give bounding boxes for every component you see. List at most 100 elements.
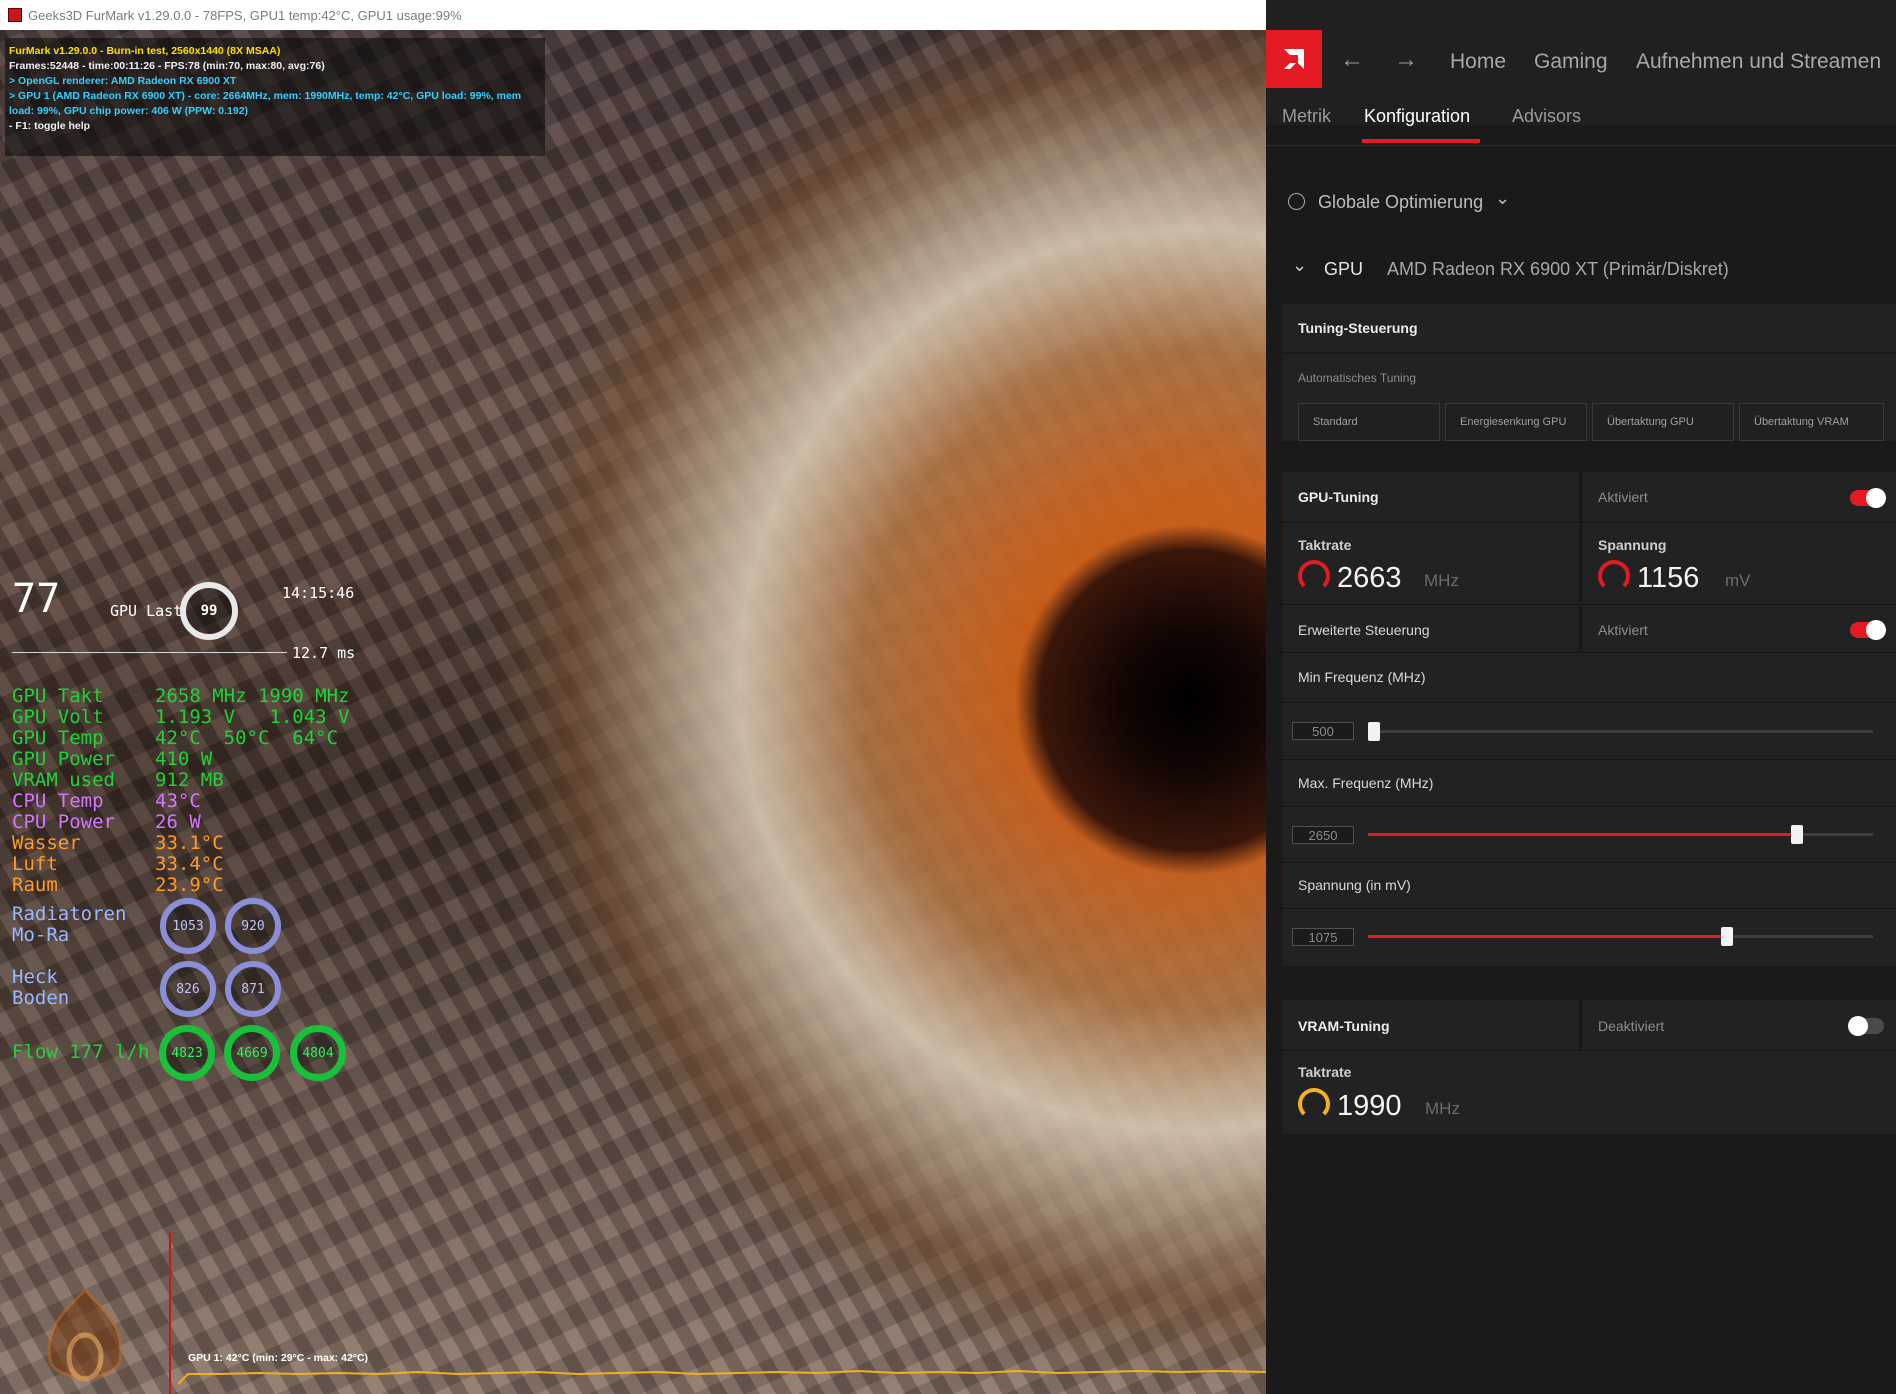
furmark-window: Geeks3D FurMark v1.29.0.0 - 78FPS, GPU1 …: [0, 0, 1266, 1394]
vram-tuning-card: VRAM-Tuning Deaktiviert Taktrate 1990 MH…: [1282, 1000, 1896, 1134]
max-frequency-label: Max. Frequenz (MHz): [1298, 775, 1434, 791]
gpu-clock-gauge-icon: [1298, 560, 1330, 592]
row-divider: [1282, 604, 1896, 605]
flow-gauge-2: 4669: [224, 1025, 280, 1081]
amd-logo[interactable]: [1266, 30, 1322, 88]
furmark-logo-icon: [47, 1287, 123, 1382]
overlay-stat-value: 42°C 50°C 64°C: [155, 727, 339, 749]
furmark-info-panel: FurMark v1.29.0.0 - Burn-in test, 2560x1…: [5, 38, 545, 156]
gpu-tuning-divider: [1579, 472, 1582, 602]
flow-gauge-1: 4823: [159, 1025, 215, 1081]
row-divider: [1282, 652, 1896, 653]
vram-clock-unit: MHz: [1425, 1099, 1460, 1118]
voltage-slider-fill: [1368, 935, 1727, 938]
overlay-gpu-last-value: 99: [200, 603, 218, 619]
info-line-frames: Frames:52448 - time:00:11:26 - FPS:78 (m…: [9, 60, 325, 72]
preset-standard-button[interactable]: Standard: [1298, 403, 1440, 441]
overlay-stat-row: CPU Power 26 W: [12, 812, 349, 833]
preset-undervolt-gpu-button[interactable]: Energiesenkung GPU: [1445, 403, 1587, 441]
gpu-tuning-card: GPU-Tuning Aktiviert Taktrate 2663 MHz S…: [1282, 472, 1896, 966]
tuning-control-header: Tuning-Steuerung: [1282, 304, 1896, 352]
overlay-stat-key: Wasser: [12, 832, 81, 854]
overlay-stat-row: Wasser 33.1°C: [12, 833, 349, 854]
global-optimization-dropdown[interactable]: Globale Optimierung: [1318, 192, 1483, 213]
tab-konfiguration[interactable]: Konfiguration: [1364, 106, 1470, 127]
furmark-app-icon: [8, 8, 22, 22]
heck-gauge-1: 826: [160, 961, 216, 1017]
overlay-stat-value: 1.193 V 1.043 V: [155, 706, 350, 728]
vram-clock-value: 1990: [1337, 1090, 1402, 1122]
overlay-stats-list: GPU Takt 2658 MHz 1990 MHz GPU Volt 1.193 V…: [12, 686, 349, 896]
vram-tuning-state: Deaktiviert: [1598, 1018, 1665, 1034]
min-frequency-input[interactable]: 500: [1292, 722, 1354, 740]
amd-header: ← → Home Gaming Aufnehmen und Streamen M…: [1266, 0, 1896, 127]
gpu-collapse-chevron-icon[interactable]: ⌄: [1292, 255, 1307, 276]
info-line-help: - F1: toggle help: [9, 120, 91, 132]
furmark-window-title: Geeks3D FurMark v1.29.0.0 - 78FPS, GPU1 …: [28, 7, 462, 23]
gpu-voltage-value: 1156: [1637, 562, 1700, 594]
heck-label-line2: Boden: [12, 987, 70, 1009]
row-divider: [1282, 806, 1896, 807]
gpu-tuning-title: GPU-Tuning: [1298, 489, 1379, 505]
advanced-control-state: Aktiviert: [1598, 622, 1648, 638]
vram-clock-label: Taktrate: [1298, 1064, 1352, 1080]
overlay-stat-value: 912 MB: [155, 769, 224, 791]
auto-tuning-label: Automatisches Tuning: [1298, 371, 1417, 385]
max-frequency-slider-thumb[interactable]: [1791, 825, 1804, 844]
voltage-slider[interactable]: [1368, 927, 1873, 946]
voltage-input[interactable]: 1075: [1292, 928, 1354, 946]
row-divider: [1282, 862, 1896, 863]
nav-gaming[interactable]: Gaming: [1534, 50, 1608, 74]
vram-clock-gauge-icon: [1298, 1088, 1330, 1120]
overlay-stat-row: Raum 23.9°C: [12, 875, 349, 896]
globe-icon: [1288, 193, 1305, 210]
overlay-stat-value: 33.4°C: [155, 853, 224, 875]
gpu-tuning-toggle[interactable]: [1850, 488, 1886, 508]
overlay-stat-row: Luft 33.4°C: [12, 854, 349, 875]
preset-overclock-gpu-button[interactable]: Übertaktung GPU: [1592, 403, 1734, 441]
nav-record-stream[interactable]: Aufnehmen und Streamen: [1636, 50, 1881, 74]
forward-arrow-icon[interactable]: →: [1394, 46, 1418, 74]
info-line-gpu: > GPU 1 (AMD Radeon RX 6900 XT) - core: …: [9, 90, 522, 117]
max-frequency-input[interactable]: 2650: [1292, 826, 1354, 844]
back-arrow-icon[interactable]: ←: [1340, 46, 1364, 74]
tab-metrik[interactable]: Metrik: [1282, 106, 1331, 127]
max-frequency-slider-fill: [1368, 833, 1798, 836]
advanced-control-toggle[interactable]: [1850, 620, 1886, 640]
auto-tuning-card: Automatisches Tuning Standard Energiesen…: [1282, 354, 1896, 441]
flow-gauge-3-value: 4804: [302, 1045, 334, 1061]
radiatoren-gauge-1: 1053: [160, 898, 216, 954]
row-divider: [1282, 1050, 1896, 1051]
overlay-stat-key: Luft: [12, 853, 58, 875]
overlay-stat-value: 410 W: [155, 748, 213, 770]
flow-label: Flow 177 l/h: [12, 1041, 150, 1063]
row-divider: [1282, 702, 1896, 703]
min-frequency-slider-thumb[interactable]: [1368, 722, 1380, 741]
vram-tuning-toggle[interactable]: [1848, 1016, 1884, 1036]
overlay-stat-value: 23.9°C: [155, 874, 224, 896]
radiatoren-gauge-1-value: 1053: [172, 918, 204, 934]
max-frequency-slider[interactable]: [1368, 825, 1873, 844]
overlay-stat-key: GPU Volt: [12, 706, 104, 728]
radiatoren-gauge-2: 920: [225, 898, 281, 954]
tab-advisors[interactable]: Advisors: [1512, 106, 1581, 127]
voltage-slider-thumb[interactable]: [1720, 927, 1733, 946]
preset-overclock-vram-button[interactable]: Übertaktung VRAM: [1739, 403, 1884, 441]
info-line-title: FurMark v1.29.0.0 - Burn-in test, 2560x1…: [9, 45, 281, 57]
overlay-stat-key: CPU Temp: [12, 790, 104, 812]
nav-home[interactable]: Home: [1450, 50, 1506, 74]
row-divider: [1282, 759, 1896, 760]
chevron-down-icon[interactable]: ⌄: [1495, 188, 1510, 209]
heck-gauge-2-value: 871: [241, 981, 265, 997]
amd-software-panel: ← → Home Gaming Aufnehmen und Streamen M…: [1266, 0, 1896, 1394]
overlay-fps: 77: [12, 576, 61, 622]
heck-label-line1: Heck: [12, 966, 58, 988]
overlay-clock: 14:15:46: [282, 584, 355, 602]
furmark-titlebar[interactable]: Geeks3D FurMark v1.29.0.0 - 78FPS, GPU1 …: [0, 0, 1266, 30]
overlay-stat-key: VRAM used: [12, 769, 115, 791]
overlay-stat-key: GPU Takt: [12, 685, 104, 707]
flow-gauge-2-value: 4669: [236, 1045, 268, 1061]
min-frequency-slider[interactable]: [1368, 722, 1873, 741]
gpu-voltage-unit: mV: [1725, 571, 1751, 590]
gpu-clock-unit: MHz: [1424, 571, 1459, 590]
